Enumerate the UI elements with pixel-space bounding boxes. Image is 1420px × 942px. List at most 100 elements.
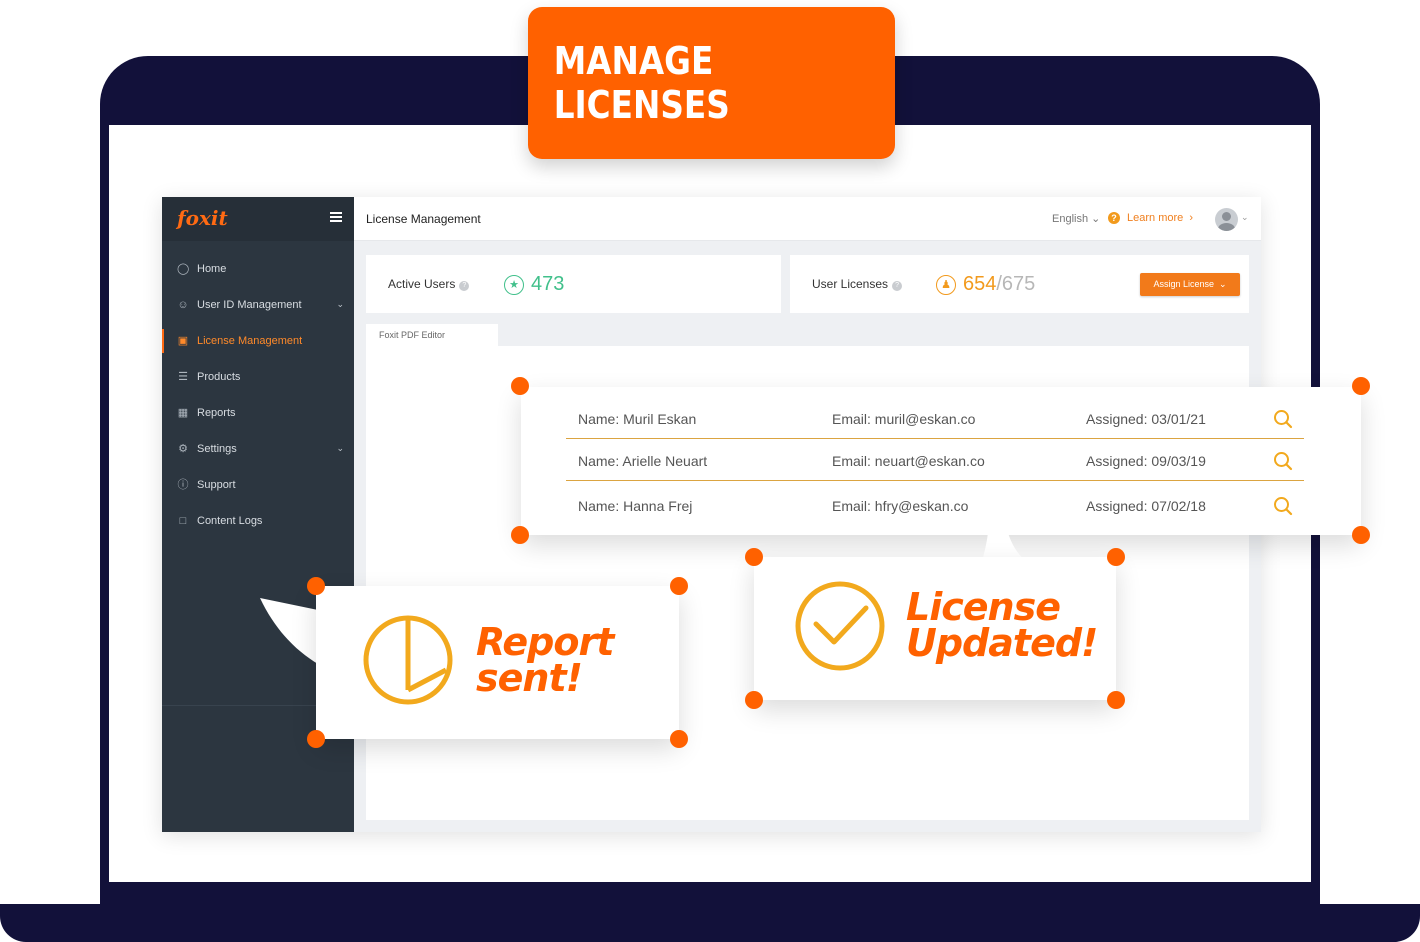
checkmark-icon — [795, 581, 885, 671]
licenses-used: 654 — [963, 273, 997, 295]
sidebar-header: foxit — [162, 197, 354, 241]
sidebar-item-products[interactable]: ☰ Products — [162, 359, 354, 395]
sidebar-item-label: License Management — [197, 335, 303, 347]
users-icon: ☺ — [177, 299, 189, 311]
search-icon[interactable] — [1272, 495, 1294, 517]
row-email: Email: hfry@eskan.co — [832, 498, 969, 514]
list-item: Name: Arielle Neuart Email: neuart@eskan… — [566, 439, 1304, 481]
user-licenses-value: 654/675 — [963, 273, 1035, 296]
products-icon: ☰ — [178, 371, 188, 383]
language-select[interactable]: English ⌄ — [1052, 212, 1100, 225]
sidebar-item-reports[interactable]: ▦ Reports — [162, 395, 354, 431]
learn-more-label: Learn more — [1127, 212, 1184, 224]
chevron-down-icon: ⌄ — [336, 443, 344, 453]
sidebar-item-content-logs[interactable]: □ Content Logs — [162, 503, 354, 539]
reports-icon: ▦ — [177, 407, 189, 419]
speech-tail — [260, 598, 318, 664]
row-name: Name: Arielle Neuart — [578, 453, 708, 469]
gear-icon: ⚙ — [178, 443, 188, 455]
info-icon[interactable]: ? — [892, 281, 903, 291]
sidebar-item-label: Reports — [197, 407, 236, 419]
user-licenses-label-text: User Licenses — [812, 277, 889, 291]
sidebar-item-label: Settings — [197, 443, 237, 455]
title-badge: MANAGE LICENSES — [528, 7, 895, 159]
selection-handle — [745, 548, 763, 566]
sidebar-item-home[interactable]: ◯ Home — [162, 251, 354, 287]
list-item: Name: Hanna Frej Email: hfry@eskan.co As… — [566, 484, 1304, 526]
info-icon[interactable]: ? — [459, 281, 470, 291]
license-line-1: License — [906, 585, 1061, 629]
home-icon: ◯ — [177, 263, 190, 275]
selection-handle — [745, 691, 763, 709]
selection-handle — [1352, 377, 1370, 395]
search-icon[interactable] — [1272, 450, 1294, 472]
user-licenses-card: User Licenses? ♟ 654/675 Assign License … — [790, 255, 1249, 313]
row-email: Email: muril@eskan.co — [832, 411, 976, 427]
selection-handle — [670, 577, 688, 595]
clipboard-icon: □ — [179, 515, 187, 527]
report-line-2: sent! — [476, 656, 583, 700]
search-icon[interactable] — [1272, 408, 1294, 430]
list-item: Name: Muril Eskan Email: muril@eskan.co … — [566, 397, 1304, 439]
selection-handle — [1107, 548, 1125, 566]
top-bar: License Management English ⌄ ? Learn mor… — [354, 197, 1261, 241]
laptop-base — [0, 904, 1420, 942]
avatar[interactable] — [1215, 208, 1238, 231]
learn-more-link[interactable]: Learn more › — [1127, 212, 1193, 224]
selection-handle — [307, 730, 325, 748]
license-updated-card: License Updated! — [754, 557, 1116, 700]
sidebar-item-label: User ID Management — [197, 299, 302, 311]
selection-handle — [1107, 691, 1125, 709]
help-icon[interactable]: ? — [1108, 212, 1120, 224]
license-icon: ▣ — [177, 335, 189, 347]
foxit-logo[interactable]: foxit — [177, 206, 228, 230]
user-icon: ♟ — [936, 275, 956, 295]
license-list-card: Name: Muril Eskan Email: muril@eskan.co … — [521, 387, 1361, 535]
active-users-value: 473 — [531, 273, 565, 295]
sidebar-nav: ◯ Home ☺ User ID Management ⌄ ▣ License … — [162, 251, 354, 539]
star-icon: ★ — [504, 275, 524, 295]
speech-tail — [982, 514, 1026, 562]
assign-license-label: Assign License — [1153, 279, 1214, 289]
report-line-1: Report — [476, 620, 614, 664]
sidebar-item-label: Content Logs — [197, 515, 263, 527]
license-updated-text: License Updated! — [906, 585, 1098, 665]
selection-handle — [511, 377, 529, 395]
row-assigned: Assigned: 07/02/18 — [1086, 498, 1206, 514]
sidebar-item-license-management[interactable]: ▣ License Management — [162, 323, 354, 359]
sidebar-item-settings[interactable]: ⚙ Settings ⌄ — [162, 431, 354, 467]
row-email: Email: neuart@eskan.co — [832, 453, 985, 469]
title-badge-text: MANAGE LICENSES — [553, 39, 730, 127]
row-name: Name: Hanna Frej — [578, 498, 693, 514]
user-licenses-label: User Licenses? — [812, 277, 903, 291]
support-icon: ⓘ — [177, 479, 189, 491]
selection-handle — [307, 577, 325, 595]
assign-license-button[interactable]: Assign License ⌄ — [1140, 273, 1240, 296]
row-divider — [566, 480, 1304, 481]
chevron-down-icon: ⌄ — [336, 299, 344, 309]
pie-chart-icon — [363, 615, 453, 705]
sidebar-item-label: Home — [197, 263, 227, 275]
row-name: Name: Muril Eskan — [578, 411, 697, 427]
row-assigned: Assigned: 09/03/19 — [1086, 453, 1206, 469]
row-assigned: Assigned: 03/01/21 — [1086, 411, 1206, 427]
selection-handle — [670, 730, 688, 748]
selection-handle — [511, 526, 529, 544]
sidebar-item-support[interactable]: ⓘ Support — [162, 467, 354, 503]
licenses-total: /675 — [996, 273, 1036, 295]
hamburger-menu-icon[interactable] — [330, 212, 342, 224]
report-sent-card: Report sent! — [316, 586, 679, 739]
stage: MANAGE LICENSES foxit ◯ Home ☺ User ID M… — [0, 0, 1420, 942]
sidebar-item-label: Support — [197, 479, 236, 491]
selection-handle — [1352, 526, 1370, 544]
sidebar-item-user-id-management[interactable]: ☺ User ID Management ⌄ — [162, 287, 354, 323]
tab-foxit-pdf-editor[interactable]: Foxit PDF Editor — [366, 324, 498, 346]
active-users-card: Active Users? ★ 473 — [366, 255, 781, 313]
report-sent-text: Report sent! — [476, 620, 614, 700]
active-users-label: Active Users? — [388, 277, 470, 291]
active-users-label-text: Active Users — [388, 277, 456, 291]
page-title: License Management — [366, 212, 481, 226]
language-label: English — [1052, 213, 1089, 225]
chevron-down-icon[interactable]: ⌄ — [1241, 212, 1249, 223]
license-line-2: Updated! — [906, 621, 1098, 665]
